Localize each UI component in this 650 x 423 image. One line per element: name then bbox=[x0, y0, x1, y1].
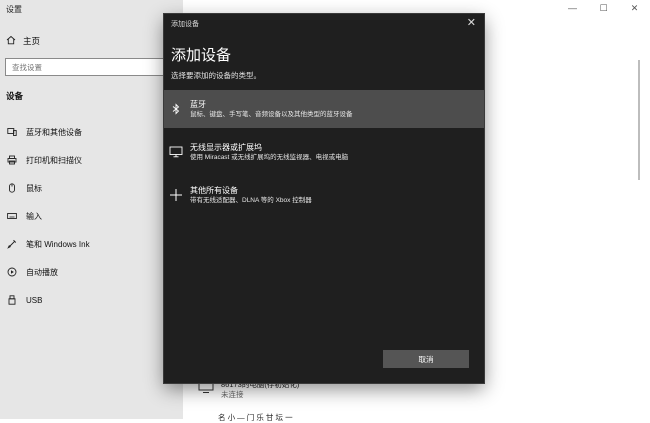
option-title: 其他所有设备 bbox=[190, 185, 238, 195]
option-description: 带有无线适配器、DLNA 等的 Xbox 控制器 bbox=[190, 196, 312, 204]
minimize-button[interactable]: — bbox=[557, 0, 588, 16]
scrollbar[interactable] bbox=[638, 60, 640, 180]
printer-icon bbox=[7, 155, 17, 165]
dialog-titlebar-text: 添加设备 bbox=[171, 21, 199, 28]
option-wireless-display[interactable]: 无线显示器或扩展坞 使用 Miracast 或无线扩展坞的无线监视器、电视或电脑 bbox=[164, 133, 484, 171]
autoplay-icon bbox=[7, 267, 17, 277]
window-controls: — ☐ ✕ bbox=[557, 0, 650, 16]
nav-list: 蓝牙和其他设备 打印机和扫描仪 鼠标 输入 笔和 Windows Ink 自动播… bbox=[0, 118, 183, 314]
option-everything-else[interactable]: 其他所有设备 带有无线适配器、DLNA 等的 Xbox 控制器 bbox=[164, 176, 484, 214]
bluetooth-devices-icon bbox=[7, 127, 17, 137]
sidebar-item-autoplay[interactable]: 自动播放 bbox=[0, 258, 183, 286]
monitor-icon bbox=[168, 146, 184, 158]
dialog-subtitle: 选择要添加的设备的类型。 bbox=[171, 71, 261, 80]
sidebar-item-label: USB bbox=[26, 295, 43, 305]
home-icon bbox=[6, 35, 23, 47]
app-title: 设置 bbox=[6, 5, 22, 14]
sidebar-item-label: 打印机和扫描仪 bbox=[26, 155, 82, 165]
sidebar-item-typing[interactable]: 输入 bbox=[0, 202, 183, 230]
home-label: 主页 bbox=[23, 36, 41, 46]
device-list-item-partial: 名 小 — 门 乐 甘 坛 一 bbox=[218, 413, 293, 422]
settings-sidebar: 设置 主页 设备 蓝牙和其他设备 打印机和扫描仪 鼠标 bbox=[0, 0, 183, 419]
window-close-button[interactable]: ✕ bbox=[619, 0, 650, 16]
plus-icon bbox=[168, 188, 184, 202]
bluetooth-icon bbox=[168, 103, 184, 115]
option-title: 无线显示器或扩展坞 bbox=[190, 142, 262, 152]
pen-icon bbox=[7, 239, 17, 249]
dialog-heading: 添加设备 bbox=[171, 47, 232, 64]
maximize-button[interactable]: ☐ bbox=[588, 0, 619, 16]
option-description: 使用 Miracast 或无线扩展坞的无线监视器、电视或电脑 bbox=[190, 153, 349, 161]
keyboard-icon bbox=[7, 211, 17, 221]
home-nav-item[interactable]: 主页 bbox=[6, 35, 40, 47]
sidebar-item-label: 蓝牙和其他设备 bbox=[26, 127, 82, 137]
sidebar-item-label: 笔和 Windows Ink bbox=[26, 239, 90, 249]
sidebar-item-label: 鼠标 bbox=[26, 183, 42, 193]
sidebar-item-usb[interactable]: USB bbox=[0, 286, 183, 314]
option-title: 蓝牙 bbox=[190, 99, 206, 109]
cancel-button[interactable]: 取消 bbox=[383, 350, 469, 368]
usb-icon bbox=[7, 295, 17, 305]
section-title: 设备 bbox=[6, 91, 24, 101]
device-status: 未连接 bbox=[221, 390, 244, 399]
sidebar-item-printers[interactable]: 打印机和扫描仪 bbox=[0, 146, 183, 174]
close-icon[interactable]: ✕ bbox=[467, 17, 476, 29]
sidebar-item-bluetooth[interactable]: 蓝牙和其他设备 bbox=[0, 118, 183, 146]
device-list-item[interactable]: 86173的电脑(存初始化) 未连接 bbox=[198, 380, 299, 400]
sidebar-item-pen[interactable]: 笔和 Windows Ink bbox=[0, 230, 183, 258]
option-bluetooth[interactable]: 蓝牙 鼠标、键盘、手写笔、音频设备以及其他类型的蓝牙设备 bbox=[164, 90, 484, 128]
add-device-dialog: 添加设备 ✕ 添加设备 选择要添加的设备的类型。 蓝牙 鼠标、键盘、手写笔、音频… bbox=[164, 14, 484, 383]
search-input[interactable] bbox=[5, 58, 165, 76]
mouse-icon bbox=[7, 183, 17, 193]
sidebar-item-mouse[interactable]: 鼠标 bbox=[0, 174, 183, 202]
sidebar-item-label: 输入 bbox=[26, 211, 42, 221]
option-description: 鼠标、键盘、手写笔、音频设备以及其他类型的蓝牙设备 bbox=[190, 110, 353, 118]
sidebar-item-label: 自动播放 bbox=[26, 267, 58, 277]
dialog-titlebar: 添加设备 ✕ bbox=[164, 14, 484, 32]
